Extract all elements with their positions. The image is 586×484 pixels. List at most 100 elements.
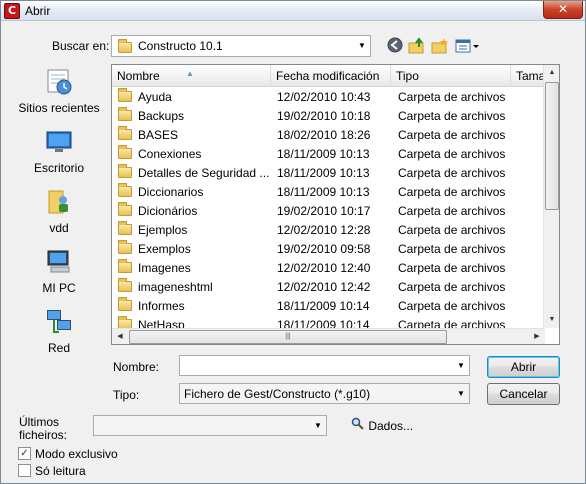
recent-label-line2: ficheiros: [19,428,68,442]
file-date: 18/11/2009 10:13 [277,185,370,199]
file-date: 18/02/2010 18:26 [277,128,371,142]
column-header-date[interactable]: Fecha modificación [271,65,391,87]
list-item[interactable]: Informes 18/11/2009 10:14 Carpeta de archi… [112,297,545,316]
cancel-button[interactable]: Cancelar [487,383,560,405]
filename-input[interactable]: ▼ [179,355,470,376]
file-date: 18/11/2009 10:14 [277,299,370,313]
folder-icon [118,107,132,121]
folder-icon [118,278,132,292]
file-type: Carpeta de archivos [398,299,506,313]
details-label: Dados... [368,419,414,433]
place-label: Escritorio [33,161,84,175]
file-name: Detalles de Seguridad ... [118,164,273,183]
chevron-down-icon[interactable]: ▼ [354,36,370,56]
readonly-checkbox[interactable] [18,464,31,477]
vertical-scrollbar[interactable]: ▲ ▼ [543,65,559,328]
file-list[interactable]: Nombre ▲ Fecha modificación Tipo Tama Ay… [111,64,560,345]
list-header: Nombre ▲ Fecha modificación Tipo Tama [112,65,545,87]
column-header-size[interactable]: Tama [511,65,545,87]
list-item[interactable]: Detalles de Seguridad ... 18/11/2009 10:1… [112,164,545,183]
file-date: 19/02/2010 09:58 [277,242,371,256]
back-icon[interactable] [386,37,404,55]
details-link[interactable]: Dados... [351,417,413,433]
new-folder-icon[interactable] [431,37,449,55]
folder-icon [118,221,132,235]
list-item[interactable]: Exemplos 19/02/2010 09:58 Carpeta de archi… [112,240,545,259]
place-user[interactable]: vdd [11,184,107,240]
folder-icon [118,240,132,254]
place-desktop[interactable]: Escritorio [11,124,107,180]
recent-label-line1: Últimos [19,415,60,429]
folder-icon [118,145,132,159]
file-name: Diccionarios [118,183,273,202]
folder-icon [118,183,132,197]
magnifier-icon [351,417,365,433]
sort-ascending-icon: ▲ [186,69,194,78]
list-item[interactable]: Backups 19/02/2010 10:18 Carpeta de archiv… [112,107,545,126]
horizontal-scrollbar[interactable]: ◀ ||| ▶ [112,328,545,344]
list-item[interactable]: Imagenes 12/02/2010 12:40 Carpeta de archi… [112,259,545,278]
lookin-combo[interactable]: Constructo 10.1 ▼ [111,35,371,57]
recent-files-select[interactable]: ▼ [93,415,327,436]
views-menu-icon[interactable] [454,37,482,55]
file-type: Carpeta de archivos [398,147,506,161]
open-button[interactable]: Abrir [487,356,560,378]
column-header-type[interactable]: Tipo [391,65,511,87]
file-name: Exemplos [118,240,273,259]
place-network[interactable]: Red [11,304,107,360]
filetype-select[interactable]: Fichero de Gest/Constructo (*.g10) ▼ [179,383,470,404]
place-recent[interactable]: Sitios recientes [11,64,107,120]
file-date: 18/11/2009 10:13 [277,147,370,161]
list-item[interactable]: Dicionários 19/02/2010 10:17 Carpeta de ar… [112,202,545,221]
file-name: Imagenes [118,259,273,278]
file-date: 12/02/2010 10:43 [277,90,371,104]
up-folder-icon[interactable] [408,37,426,55]
place-computer[interactable]: MI PC [11,244,107,300]
filetype-label: Tipo: [113,388,140,402]
file-name: BASES [118,126,273,145]
file-name: Dicionários [118,202,273,221]
scroll-thumb[interactable] [545,82,559,210]
list-item[interactable]: imageneshtml 12/02/2010 12:42 Carpeta de a… [112,278,545,297]
user-folder-icon [45,188,73,216]
chevron-down-icon[interactable]: ▼ [453,384,469,403]
scroll-left-icon[interactable]: ◀ [112,329,128,345]
folder-icon [118,164,132,178]
folder-icon [118,202,132,216]
place-label: Red [47,341,70,355]
scroll-right-icon[interactable]: ▶ [529,329,545,345]
chevron-down-icon[interactable]: ▼ [310,416,326,435]
exclusive-mode-checkbox[interactable]: ✓ [18,447,31,460]
file-date: 12/02/2010 12:42 [277,280,371,294]
scroll-down-icon[interactable]: ▼ [544,312,560,328]
list-item[interactable]: BASES 18/02/2010 18:26 Carpeta de archivos [112,126,545,145]
file-type: Carpeta de archivos [398,166,506,180]
folder-icon [118,126,132,140]
scroll-up-icon[interactable]: ▲ [544,65,560,81]
place-label: Sitios recientes [18,101,100,115]
list-item[interactable]: Conexiones 18/11/2009 10:13 Carpeta de arc… [112,145,545,164]
filetype-value: Fichero de Gest/Constructo (*.g10) [184,387,371,401]
file-name: Backups [118,107,273,126]
file-type: Carpeta de archivos [398,261,506,275]
recent-places-icon [45,68,73,96]
file-name: Ayuda [118,88,273,107]
network-icon [45,308,73,336]
file-type: Carpeta de archivos [398,242,506,256]
lookin-value: Constructo 10.1 [138,39,223,53]
places-bar: Sitios recientes Escritorio vdd MI PC Re… [11,64,107,355]
computer-icon [45,248,73,276]
file-date: 18/11/2009 10:13 [277,166,370,180]
title-bar: C Abrir ✕ [1,1,585,21]
exclusive-mode-label: Modo exclusivo [35,447,118,461]
chevron-down-icon[interactable]: ▼ [453,356,469,375]
file-date: 19/02/2010 10:17 [277,204,371,218]
list-item[interactable]: Diccionarios 18/11/2009 10:13 Carpeta de a… [112,183,545,202]
close-button[interactable]: ✕ [543,1,583,19]
open-dialog: C Abrir ✕ Buscar en: Constructo 10.1 ▼ S… [0,0,586,484]
folder-icon [118,259,132,273]
list-item[interactable]: Ayuda 12/02/2010 10:43 Carpeta de archivos [112,88,545,107]
column-header-name[interactable]: Nombre ▲ [112,65,271,87]
list-item[interactable]: Ejemplos 12/02/2010 12:28 Carpeta de archi… [112,221,545,240]
scroll-thumb[interactable]: ||| [129,330,447,344]
